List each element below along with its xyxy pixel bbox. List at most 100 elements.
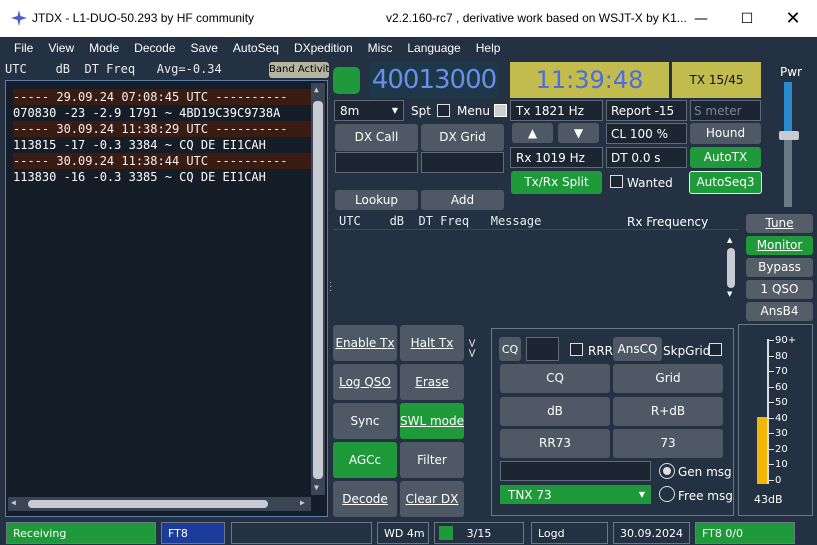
enable-tx-button[interactable]: Enable Tx	[333, 325, 397, 361]
power-slider-handle[interactable]	[779, 131, 799, 140]
clear-dx-button[interactable]: Clear DX	[400, 481, 464, 517]
title-bar: JTDX - L1-DUO-50.293 by HF community v2.…	[0, 0, 817, 37]
frequency-display[interactable]: 40013000	[370, 62, 498, 98]
cq-small-button[interactable]: CQ	[499, 337, 521, 361]
tx-grid-button[interactable]: Grid	[613, 364, 723, 393]
menu-save[interactable]: Save	[191, 41, 218, 55]
meter-level-bar	[757, 417, 767, 484]
horizontal-scrollbar[interactable]: ◀ ▶	[8, 497, 311, 511]
dx-call-button[interactable]: DX Call	[335, 124, 418, 151]
add-button[interactable]: Add	[421, 190, 504, 210]
decode-button[interactable]: Decode	[333, 481, 397, 517]
menu-file[interactable]: File	[14, 41, 33, 55]
list-item[interactable]: ----- 29.09.24 07:08:45 UTC ----------	[13, 89, 313, 105]
rx-frequency-list[interactable]: ▲ ▼	[333, 229, 739, 321]
menu-language[interactable]: Language	[407, 41, 460, 55]
rx-frequency-field[interactable]: Rx 1019 Hz	[510, 147, 603, 168]
tx-cq-button[interactable]: CQ	[500, 364, 610, 393]
one-qso-button[interactable]: 1 QSO	[746, 280, 813, 299]
gen-msg-input[interactable]	[500, 461, 651, 481]
swl-mode-button[interactable]: SWL mode	[400, 403, 464, 439]
log-qso-button[interactable]: Log QSO	[333, 364, 397, 400]
scrollbar-thumb-horizontal[interactable]	[28, 500, 268, 508]
free-msg-radio[interactable]	[659, 486, 675, 502]
tx-db-button[interactable]: dB	[500, 397, 610, 426]
band-activity-button[interactable]: Band Activity	[269, 62, 329, 78]
meter-tick-label: 20	[775, 443, 788, 455]
minimize-button[interactable]: —	[678, 0, 724, 37]
autotx-button[interactable]: AutoTX	[690, 147, 761, 168]
menu-decode[interactable]: Decode	[134, 41, 175, 55]
monitor-button[interactable]: Monitor	[746, 236, 813, 255]
skpgrid-checkbox[interactable]	[709, 343, 722, 356]
menu-checkbox[interactable]	[494, 104, 507, 117]
filter-button[interactable]: Filter	[400, 442, 464, 478]
autoseq3-button[interactable]: AutoSeq3	[689, 171, 762, 194]
tx-73-button[interactable]: 73	[613, 429, 723, 458]
bypass-button[interactable]: Bypass	[746, 258, 813, 277]
scroll-up-icon[interactable]: ▲	[727, 236, 732, 244]
menu-help[interactable]: Help	[476, 41, 501, 55]
maximize-button[interactable]: ☐	[724, 0, 770, 37]
menu-misc[interactable]: Misc	[368, 41, 393, 55]
hound-button[interactable]: Hound	[690, 123, 761, 144]
ansb4-button[interactable]: AnsB4	[746, 302, 813, 321]
scrollbar-thumb[interactable]	[727, 248, 735, 288]
halt-tx-button[interactable]: Halt Tx	[400, 325, 464, 361]
meter-tick	[769, 417, 774, 419]
dx-grid-button[interactable]: DX Grid	[421, 124, 504, 151]
rrr-label: RRR	[588, 344, 614, 358]
freq-up-button[interactable]: ▲	[512, 123, 553, 143]
tx-rr73-button[interactable]: RR73	[500, 429, 610, 458]
version-text: v2.2.160-rc7 , derivative work based on …	[386, 11, 686, 25]
rrr-checkbox[interactable]	[570, 343, 583, 356]
list-item[interactable]: 070830 -23 -2.9 1791 ~ 4BD19C39C9738A	[13, 105, 280, 121]
meter-tick-label: 40	[775, 412, 788, 424]
smeter-field[interactable]: S meter	[690, 100, 761, 121]
tune-button[interactable]: Tune	[746, 214, 813, 233]
erase-button[interactable]: Erase	[400, 364, 464, 400]
list-item[interactable]: ----- 30.09.24 11:38:29 UTC ----------	[13, 121, 313, 137]
freq-down-button[interactable]: ▼	[558, 123, 599, 143]
tx-frequency-field[interactable]: Tx 1821 Hz	[510, 100, 603, 121]
list-item[interactable]: 113815 -17 -0.3 3384 ~ CQ DE EI1CAH	[13, 137, 266, 153]
scroll-right-icon[interactable]: ▶	[300, 498, 305, 507]
spt-checkbox[interactable]	[437, 104, 450, 117]
cl-field[interactable]: CL 100 %	[606, 123, 687, 144]
band-activity-list[interactable]: ----- 29.09.24 07:08:45 UTC ---------- 0…	[5, 80, 328, 517]
cq-modifier-field[interactable]	[526, 337, 559, 361]
meter-tick	[769, 464, 774, 465]
gen-msg-radio[interactable]	[659, 463, 675, 479]
menu-view[interactable]: View	[48, 41, 74, 55]
dx-call-input[interactable]	[335, 152, 418, 173]
agcc-button[interactable]: AGCc	[333, 442, 397, 478]
meter-tick-label: 70	[775, 366, 788, 377]
tx-indicator-button[interactable]	[333, 67, 360, 94]
scroll-down-icon[interactable]: ▼	[314, 483, 319, 492]
list-item[interactable]: ----- 30.09.24 11:38:44 UTC ----------	[13, 153, 313, 169]
vertical-scrollbar[interactable]: ▲ ▼	[311, 83, 325, 495]
free-msg-select[interactable]: TNX 73 ▼	[500, 485, 651, 504]
tx-rdb-button[interactable]: R+dB	[613, 397, 723, 426]
scrollbar-thumb[interactable]	[313, 101, 323, 479]
band-select[interactable]: 8m ▼	[334, 100, 404, 121]
menu-dxpedition[interactable]: DXpedition	[294, 41, 353, 55]
list-item[interactable]: 113830 -16 -0.3 3385 ~ CQ DE EI1CAH	[13, 169, 266, 185]
anscq-button[interactable]: AnsCQ	[613, 337, 662, 361]
scroll-left-icon[interactable]: ◀	[11, 498, 16, 507]
power-label: Pwr	[780, 65, 802, 79]
dt-field[interactable]: DT 0.0 s	[606, 147, 687, 168]
rx-vertical-scrollbar[interactable]: ▲ ▼	[725, 236, 737, 298]
splitter-handle[interactable]: · · ·	[329, 279, 332, 297]
lookup-button[interactable]: Lookup	[335, 190, 418, 210]
scroll-down-icon[interactable]: ▼	[727, 290, 732, 298]
scroll-up-icon[interactable]: ▲	[314, 85, 319, 94]
menu-autoseq[interactable]: AutoSeq	[233, 41, 279, 55]
dx-grid-input[interactable]	[421, 152, 504, 173]
wanted-checkbox[interactable]	[610, 175, 623, 188]
close-button[interactable]: ✕	[770, 0, 816, 37]
report-field[interactable]: Report -15	[606, 100, 687, 121]
tx-rx-split-button[interactable]: Tx/Rx Split	[511, 171, 602, 194]
sync-button[interactable]: Sync	[333, 403, 397, 439]
menu-mode[interactable]: Mode	[89, 41, 119, 55]
